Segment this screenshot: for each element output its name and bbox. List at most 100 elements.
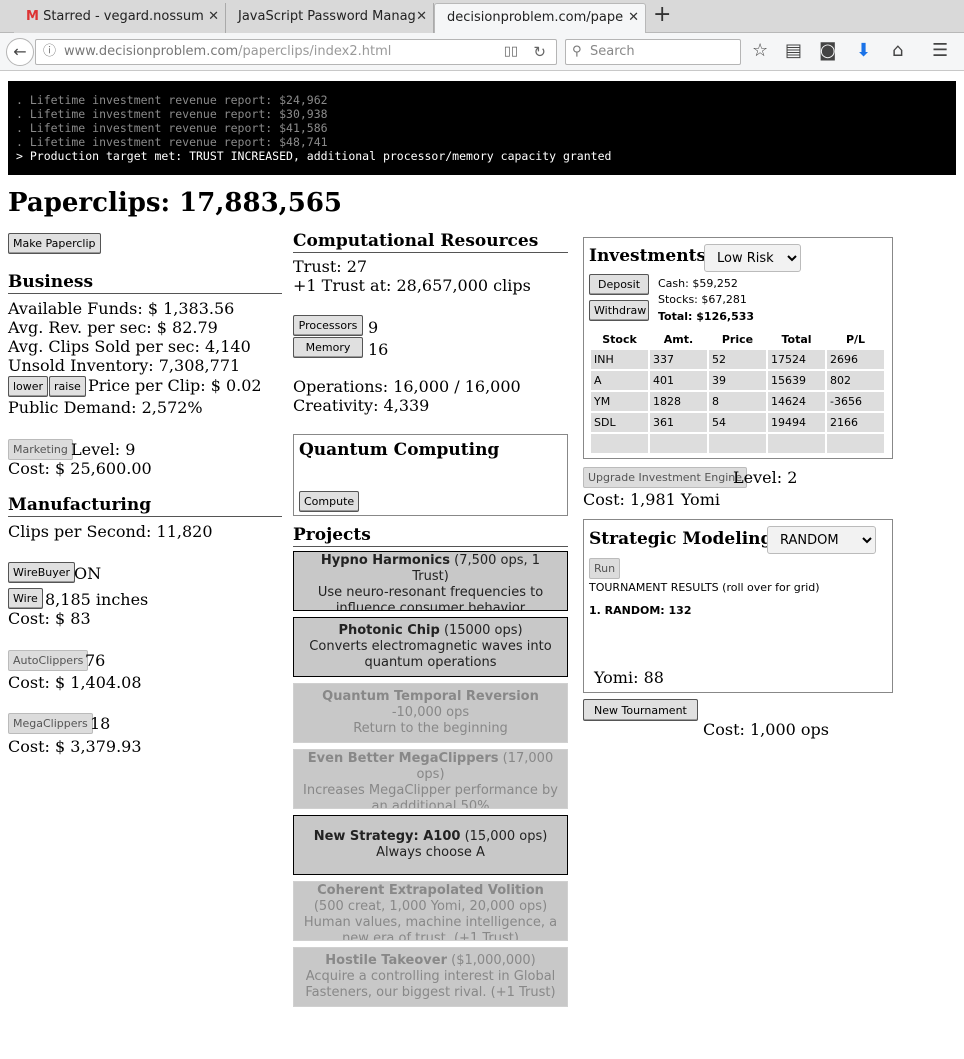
table-cell: 802 [827,371,884,390]
autoclippers-button[interactable]: AutoClippers [8,650,89,671]
clips-per-second: Clips per Second: 11,820 [8,522,213,541]
table-cell: 19494 [768,413,825,432]
table-row: A 401 39 15639 802 [591,371,884,390]
table-cell: A [591,371,648,390]
project-name: Coherent Extrapolated Volition [317,883,544,898]
column-header: P/L [845,332,866,346]
close-tab-icon[interactable]: ✕ [628,4,639,32]
project-hostile-takeover[interactable]: Hostile Takeover ($1,000,000) Acquire a … [293,947,568,1007]
project-quantum-temporal-reversion[interactable]: Quantum Temporal Reversion -10,000 ops R… [293,683,568,743]
upgrade-investment-engine-button[interactable]: Upgrade Investment Engine [583,467,748,488]
strategic-modeling-panel: Strategic Modeling RANDOM Run TOURNAMENT… [583,519,893,693]
megaclippers-cost: Cost: $ 3,379.93 [8,737,142,756]
table-cell: 401 [650,371,707,390]
computational-resources-title: Computational Resources [293,231,568,253]
marketing-level: Level: 9 [71,440,136,459]
add-processor-button[interactable]: Processors [293,315,363,336]
table-cell: -3656 [827,392,884,411]
project-hypno-harmonics[interactable]: Hypno Harmonics (7,500 ops, 1 Trust) Use… [293,551,568,611]
paperclip-count: Paperclips: 17,883,565 [8,188,343,218]
close-tab-icon[interactable]: ✕ [208,3,219,31]
project-description: Always choose A [376,845,485,860]
project-description: Use neuro-resonant frequencies to influe… [317,585,544,611]
table-row: YM 1828 8 14624 -3656 [591,392,884,411]
business-title: Business [8,272,282,294]
project-even-better-megaclippers[interactable]: Even Better MegaClippers (17,000 ops) In… [293,749,568,809]
lower-price-button[interactable]: lower [8,376,49,397]
column-header: Total [781,332,812,346]
investment-upgrade-cost: Cost: 1,981 Yomi [583,490,720,509]
home-icon[interactable]: ⌂ [892,41,903,61]
table-cell: 337 [650,350,707,369]
buy-wire-button[interactable]: Wire [8,588,43,609]
tab-label: decisionproblem.com/pape [447,10,624,25]
table-cell: 1828 [650,392,707,411]
table-cell: 15639 [768,371,825,390]
run-tournament-button[interactable]: Run [589,558,621,579]
withdraw-button[interactable]: Withdraw [589,300,649,321]
tournament-results-label[interactable]: TOURNAMENT RESULTS (roll over for grid) [589,581,820,594]
risk-level-select[interactable]: Low Risk [704,244,801,272]
table-cell [768,434,825,453]
info-icon[interactable]: ⓘ [43,40,56,64]
search-input[interactable]: ⚲ Search [565,39,741,65]
back-button-icon[interactable]: ← [6,38,34,66]
project-description: Acquire a controlling interest in Global… [305,969,556,1000]
tab-password-manager[interactable]: JavaScript Password Manag ✕ [226,3,434,33]
menu-icon[interactable]: ☰ [932,41,948,61]
wire-amount: 8,185 inches [45,590,149,609]
console-line: . Lifetime investment revenue report: $4… [16,135,328,149]
add-memory-button[interactable]: Memory [293,337,363,358]
reload-icon[interactable]: ↻ [533,40,546,64]
tab-paperclips[interactable]: decisionproblem.com/pape ✕ [434,3,646,33]
processors-count: 9 [368,318,379,337]
table-row [591,434,884,453]
wirebuyer-button[interactable]: WireBuyer [8,562,76,583]
pocket-icon[interactable]: ◙ [819,41,836,61]
url-field[interactable]: ⓘ www.decisionproblem.com/paperclips/ind… [35,39,557,65]
compute-button[interactable]: Compute [299,491,360,512]
tab-label: Starred - vegard.nossum [43,9,204,24]
table-cell: 52 [709,350,766,369]
bookmark-star-icon[interactable]: ☆ [752,41,768,61]
make-paperclip-button[interactable]: Make Paperclip [8,233,101,254]
strategic-modeling-title: Strategic Modeling [589,529,773,549]
reader-view-icon[interactable]: ▯▯ [504,40,518,64]
console-line: . Lifetime investment revenue report: $3… [16,107,328,121]
tab-gmail[interactable]: M Starred - vegard.nossum ✕ [14,3,226,33]
tournament-result: 1. RANDOM: 132 [589,604,692,617]
column-header: Price [721,332,754,346]
close-tab-icon[interactable]: ✕ [416,3,427,31]
downloads-icon[interactable]: ⬇ [856,41,871,61]
console-line: . Lifetime investment revenue report: $2… [16,93,328,107]
new-tournament-button[interactable]: New Tournament [583,699,698,721]
creativity: Creativity: 4,339 [293,396,430,415]
strategy-select[interactable]: RANDOM [767,526,876,554]
url-domain: www.decisionproblem.com [64,44,239,59]
project-new-strategy-a100[interactable]: New Strategy: A100 (15,000 ops) Always c… [293,815,568,875]
unsold-inventory: Unsold Inventory: 7,308,771 [8,356,241,375]
yomi-count: Yomi: 88 [594,668,664,687]
raise-price-button[interactable]: raise [49,376,86,397]
project-cost: (15000 ops) [443,623,523,638]
public-demand: Public Demand: 2,572% [8,398,203,417]
marketing-button[interactable]: Marketing [8,439,73,460]
project-cost: (15,000 ops) [464,829,548,844]
project-photonic-chip[interactable]: Photonic Chip (15000 ops) Converts elect… [293,617,568,677]
price-per-clip: Price per Clip: $ 0.02 [88,376,262,395]
bookmarks-library-icon[interactable]: ▤ [785,41,802,61]
table-cell [709,434,766,453]
project-description: Converts electromagnetic waves into quan… [309,639,552,670]
new-tab-icon[interactable]: + [653,2,671,27]
investment-stocks: Stocks: $67,281 [658,293,747,306]
project-cost: ($1,000,000) [451,953,536,968]
avg-clips-sold: Avg. Clips Sold per sec: 4,140 [8,337,251,356]
url-path: /paperclips/index2.html [238,44,392,59]
operations: Operations: 16,000 / 16,000 [293,377,521,396]
megaclippers-button[interactable]: MegaClippers [8,713,93,734]
table-cell: 14624 [768,392,825,411]
deposit-button[interactable]: Deposit [589,274,649,295]
project-name: Photonic Chip [338,623,440,638]
project-coherent-extrapolated-volition[interactable]: Coherent Extrapolated Volition (500 crea… [293,881,568,941]
autoclippers-cost: Cost: $ 1,404.08 [8,673,142,692]
